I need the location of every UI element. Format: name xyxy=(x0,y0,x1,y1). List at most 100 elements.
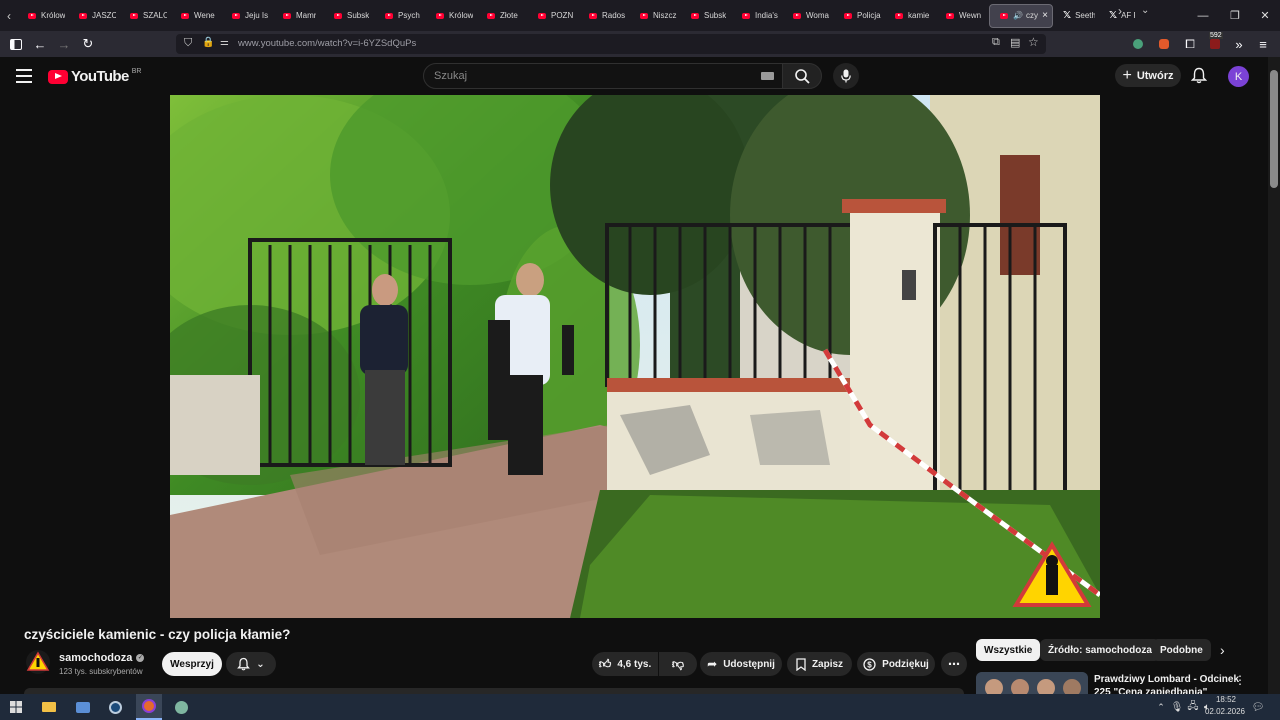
app-menu-icon[interactable]: ≡ xyxy=(1254,31,1272,57)
more-actions-button[interactable]: ⋯ xyxy=(941,652,967,676)
lock-icon[interactable]: 🔒 xyxy=(202,37,214,48)
tab-item[interactable]: Rados xyxy=(579,4,630,28)
notifications-bell-icon[interactable] xyxy=(1190,67,1208,89)
hamburger-menu-icon[interactable] xyxy=(16,69,32,83)
tab-item[interactable]: India's xyxy=(732,4,783,28)
like-button[interactable]: 👍︎ 4,6 tys. xyxy=(592,652,658,676)
back-icon[interactable]: ← xyxy=(30,31,50,57)
tab-label: JASZC xyxy=(92,11,116,20)
youtube-favicon-icon xyxy=(895,12,903,19)
tab-item[interactable]: Królow xyxy=(18,4,69,28)
keyboard-icon[interactable] xyxy=(761,72,774,80)
notification-settings-button[interactable]: ⌄ xyxy=(226,652,276,676)
tab-item[interactable]: Woma xyxy=(783,4,834,28)
channel-name[interactable]: samochodoza xyxy=(59,652,132,664)
tab-label: AF F xyxy=(1121,11,1135,20)
tab-item[interactable]: Złote xyxy=(477,4,528,28)
channel-avatar[interactable] xyxy=(26,650,50,679)
clock-time[interactable]: 18:52 xyxy=(1214,695,1238,704)
channel-name-row[interactable]: samochodoza ✓ xyxy=(59,652,145,664)
recommendation-title-line1[interactable]: Prawdziwy Lombard - Odcinek xyxy=(1094,674,1239,685)
share-button[interactable]: ➦ Udostępnij xyxy=(700,652,782,676)
share-arrow-icon: ➦ xyxy=(707,657,718,671)
tab-item[interactable]: Policja xyxy=(834,4,885,28)
tray-chevron-icon[interactable]: ⌃ xyxy=(1154,694,1168,720)
search-input[interactable]: Szukaj xyxy=(423,63,783,89)
browser-nav-bar: ← → ↻ ⛉ 🔒 ⚌ www.youtube.com/watch?v=i-6Y… xyxy=(0,31,1280,57)
url-bar[interactable]: ⛉ 🔒 ⚌ www.youtube.com/watch?v=i-6YZSdQuP… xyxy=(176,34,1046,54)
sidebar-toggle-icon[interactable] xyxy=(6,31,26,57)
tab-scroll-right-icon[interactable]: › xyxy=(1118,4,1122,18)
minimize-icon[interactable]: — xyxy=(1186,0,1220,31)
tab-scroll-left-icon[interactable]: ‹ xyxy=(0,4,18,28)
plus-icon: + xyxy=(1122,66,1132,84)
shield-icon[interactable]: ⛉ xyxy=(184,37,192,50)
create-button[interactable]: + Utwórz xyxy=(1115,64,1181,87)
chip-related[interactable]: Podobne xyxy=(1152,639,1211,661)
video-player[interactable] xyxy=(170,95,1100,618)
clock-date[interactable]: 02.02.2026 xyxy=(1203,707,1247,716)
overflow-chevrons-icon[interactable]: » xyxy=(1230,31,1248,57)
steam-icon[interactable] xyxy=(104,694,126,720)
url-text[interactable]: www.youtube.com/watch?v=i-6YZSdQuPs xyxy=(238,38,416,49)
network-icon[interactable]: 🖧︎ xyxy=(1186,694,1200,720)
youtube-favicon-icon xyxy=(130,12,138,19)
recommendation-title-line2[interactable]: 225 "Cena zapiedbania" xyxy=(1094,687,1207,694)
chips-next-icon[interactable]: › xyxy=(1220,642,1225,658)
app-gear-icon[interactable] xyxy=(170,694,192,720)
close-tab-icon[interactable]: × xyxy=(1042,10,1048,21)
search-button[interactable] xyxy=(782,63,822,89)
tab-item[interactable]: Psych xyxy=(375,4,426,28)
recommendation-thumbnail[interactable] xyxy=(976,672,1088,694)
tab-label: Subsk xyxy=(347,11,370,20)
list-all-tabs-icon[interactable]: ⌄ xyxy=(1141,5,1149,16)
dislike-button[interactable]: 👎︎ xyxy=(659,652,697,676)
tab-item[interactable]: Wene xyxy=(171,4,222,28)
tab-item[interactable]: Królow xyxy=(426,4,477,28)
notification-center-icon[interactable]: 💬︎ xyxy=(1250,694,1266,720)
recommendation-menu-icon[interactable]: ⋮ xyxy=(1234,673,1246,687)
tab-item[interactable]: Mamr xyxy=(273,4,324,28)
page-scrollbar-thumb[interactable] xyxy=(1270,70,1278,188)
voice-search-button[interactable] xyxy=(833,63,859,89)
chip-source[interactable]: Źródło: samochodoza xyxy=(1040,639,1160,661)
tab-item[interactable]: Subsk xyxy=(681,4,732,28)
tab-active[interactable]: 🔊 czy × xyxy=(989,3,1053,28)
extensions-puzzle-icon[interactable]: ⧠ xyxy=(1182,31,1198,57)
picture-in-picture-icon[interactable]: ⧉ xyxy=(992,36,1000,49)
chip-all[interactable]: Wszystkie xyxy=(976,639,1041,661)
tab-item[interactable]: JASZC xyxy=(69,4,120,28)
firefox-icon[interactable] xyxy=(136,694,162,720)
app-monitor-icon[interactable] xyxy=(72,694,94,720)
restore-icon[interactable]: ❐ xyxy=(1218,0,1252,31)
tab-item[interactable]: Jeju Is xyxy=(222,4,273,28)
reload-icon[interactable]: ↻ xyxy=(78,31,98,57)
tab-item[interactable]: Niszcz xyxy=(630,4,681,28)
windows-start-icon[interactable] xyxy=(6,694,26,720)
youtube-logo[interactable]: YouTube BR xyxy=(48,68,141,85)
avatar[interactable]: K xyxy=(1228,66,1249,87)
tab-item[interactable]: Wewn xyxy=(936,4,987,28)
tab-item[interactable]: POZN xyxy=(528,4,579,28)
ublock-icon[interactable]: 592 xyxy=(1206,31,1224,57)
tab-item[interactable]: SZALO xyxy=(120,4,171,28)
forward-icon[interactable]: → xyxy=(54,31,74,57)
youtube-play-logo-icon xyxy=(48,69,68,84)
reader-view-icon[interactable]: ▤ xyxy=(1010,36,1020,49)
save-button[interactable]: Zapisz xyxy=(787,652,852,676)
thanks-button[interactable]: $ Podziękuj xyxy=(857,652,935,676)
tray-mic-icon[interactable]: 🎙︎ xyxy=(1170,694,1184,720)
file-explorer-icon[interactable] xyxy=(38,694,60,720)
support-button[interactable]: Wesprzyj xyxy=(162,652,222,676)
close-window-icon[interactable]: ✕ xyxy=(1248,0,1280,31)
speaker-icon[interactable]: 🔊 xyxy=(1013,11,1023,20)
bookmark-star-icon[interactable]: ☆ xyxy=(1028,35,1039,49)
tab-item[interactable]: Subsk xyxy=(324,4,375,28)
extension-fox-icon[interactable] xyxy=(1156,31,1172,57)
extension-shield-icon[interactable] xyxy=(1130,31,1146,57)
permissions-icon[interactable]: ⚌ xyxy=(220,37,229,48)
thumbs-up-icon: 👍︎ xyxy=(598,656,612,671)
tab-x-1[interactable]: 𝕏 Seeth xyxy=(1053,4,1099,28)
tab-label: Wene xyxy=(194,11,215,20)
tab-item[interactable]: kamie xyxy=(885,4,936,28)
